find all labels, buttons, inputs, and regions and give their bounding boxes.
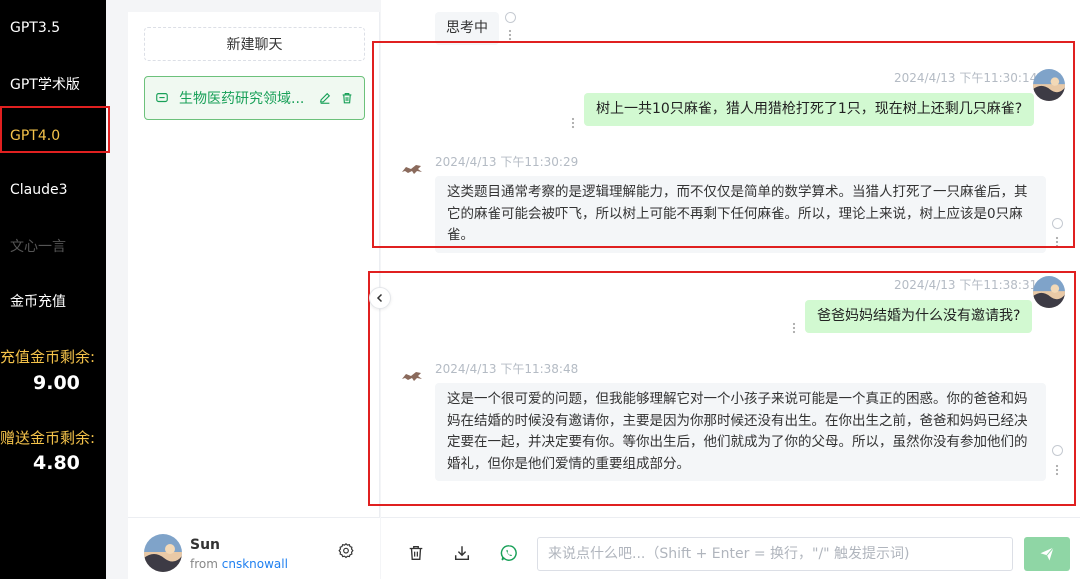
edit-icon[interactable] [318,91,332,105]
more-dots-icon[interactable] [792,322,796,334]
delete-icon[interactable] [340,91,354,105]
message-time: 2024/4/13 下午11:38:31 [894,278,1038,292]
send-button[interactable] [1024,537,1070,571]
gift-coins-label: 赠送金币剩余: [0,429,96,447]
message-time: 2024/4/13 下午11:30:14 [894,71,1038,85]
more-dots-icon[interactable] [1055,464,1059,476]
message-icon [156,93,168,103]
message-time: 2024/4/13 下午11:38:48 [435,362,579,376]
user-message-bubble: 树上一共10只麻雀，猎人用猎枪打死了1只，现在树上还剩几只麻雀? [584,93,1035,126]
message-input[interactable] [537,537,1013,571]
download-icon[interactable] [453,544,471,562]
more-dots-icon[interactable] [508,29,512,41]
nav-item-wenxin[interactable]: 文心一言 [10,236,66,256]
collapse-sidebar-button[interactable] [369,287,391,309]
chat-area: 思考中 2024/4/13 下午11:30:14 树上一共10只麻雀，猎人用猎枪… [368,0,1080,579]
nav-item-gpt-academic[interactable]: GPT学术版 [10,74,80,94]
bot-logo-icon [402,165,422,174]
assistant-message-bubble: 这是一个很可爱的问题，但我能够理解它对一个小孩子来说可能是一个真正的困惑。你的爸… [435,383,1046,482]
recharge-coins-label: 充值金币剩余: [0,348,96,366]
message-select-circle[interactable] [1052,218,1063,229]
user-source-prefix: from [190,557,218,571]
user-name: Sun [190,537,221,553]
input-bar [381,517,1080,579]
gift-coins-value: 4.80 [33,452,80,474]
conversation-panel: 新建聊天 生物医药研究领域... Sun from cnsknowall [128,12,380,579]
more-dots-icon[interactable] [571,117,575,129]
user-footer: Sun from cnsknowall [128,517,380,579]
settings-gear-icon[interactable] [337,542,355,560]
chevron-left-icon [376,293,383,303]
nav-item-gpt35[interactable]: GPT3.5 [10,20,60,36]
conversation-title: 生物医药研究领域... [179,91,305,107]
conversation-item[interactable]: 生物医药研究领域... [144,76,365,120]
user-message-avatar [1033,276,1065,308]
model-nav: GPT3.5 GPT学术版 GPT4.0 Claude3 文心一言 金币充值 充… [0,0,110,579]
message-time: 2024/4/13 下午11:30:29 [435,155,579,169]
thinking-chip: 思考中 [435,12,499,45]
send-icon [1040,547,1054,561]
recharge-coins-value: 9.00 [33,372,80,394]
user-message-bubble: 爸爸妈妈结婚为什么没有邀请我? [805,300,1033,333]
nav-item-claude3[interactable]: Claude3 [10,182,68,198]
user-avatar[interactable] [144,534,182,572]
nav-highlight-box [0,106,110,153]
more-dots-icon[interactable] [1055,236,1059,248]
new-chat-button[interactable]: 新建聊天 [144,27,365,61]
user-message-avatar [1033,69,1065,101]
trash-icon[interactable] [407,544,425,562]
message-select-circle[interactable] [1052,445,1063,456]
nav-item-recharge[interactable]: 金币充值 [10,291,66,311]
assistant-message-bubble: 这类题目通常考察的是逻辑理解能力，而不仅仅是简单的数学算术。当猎人打死了一只麻雀… [435,176,1046,253]
user-source: from cnsknowall [190,557,288,571]
bot-logo-icon [402,372,422,381]
whatsapp-icon[interactable] [500,544,518,562]
user-source-link[interactable]: cnsknowall [222,557,288,571]
message-select-circle[interactable] [505,12,516,23]
